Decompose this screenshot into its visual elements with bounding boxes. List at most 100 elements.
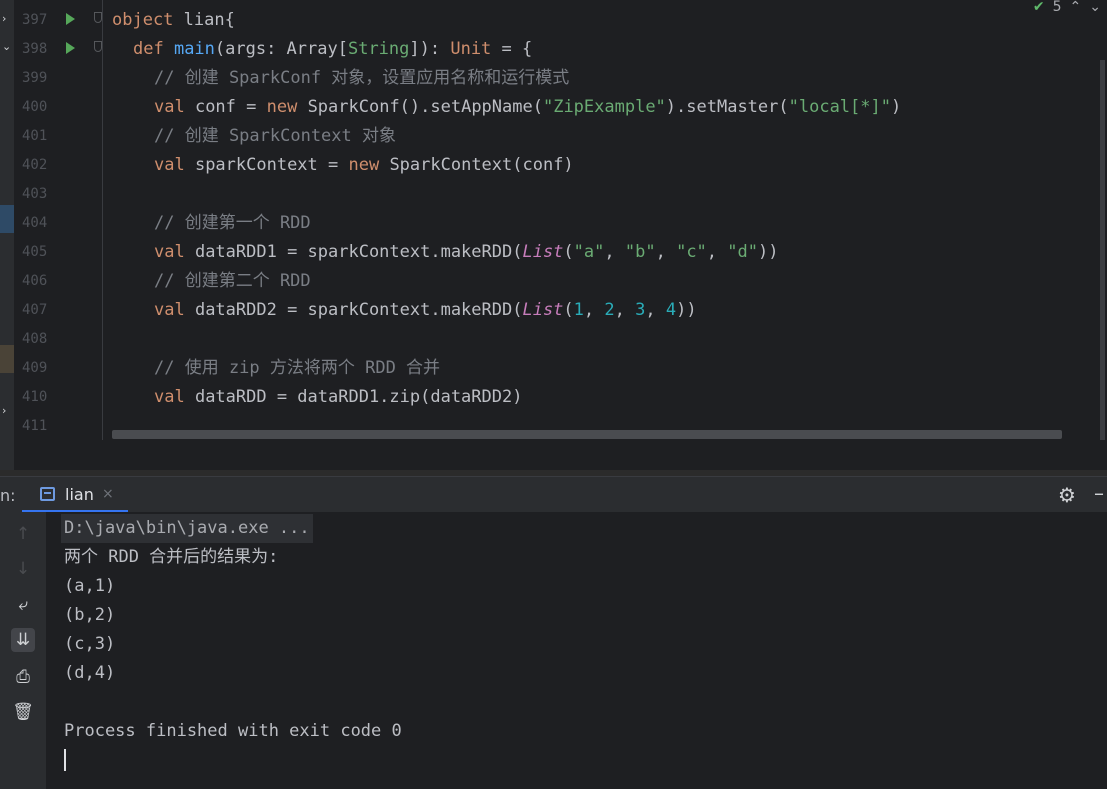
line-number: 399 [22,70,48,86]
code-token: dataRDD1 = sparkContext.makeRDD( [194,242,523,262]
code-token: // 创建第二个 RDD [154,271,311,291]
chevron-right-icon[interactable]: › [2,404,6,417]
java-command[interactable]: D:\java\bin\java.exe ... [61,514,313,543]
code-token: // 创建 SparkContext 对象 [154,126,396,146]
code-line[interactable]: val conf = new SparkConf().setAppName("Z… [154,93,901,122]
tab-lian[interactable]: lian × [22,477,128,513]
code-token: String [347,39,410,59]
code-line[interactable]: // 使用 zip 方法将两个 RDD 合并 [154,354,440,383]
code-token: )) [758,242,779,262]
run-toolwindow-header: n: lian × ⚙ – [0,476,1107,513]
inspection-count: 5 [1052,0,1062,15]
arrow-down-icon[interactable]: ↓ [11,557,35,581]
arrow-up-icon[interactable]: ↑ [11,522,35,546]
code-line[interactable]: // 创建 SparkContext 对象 [154,122,396,151]
fold-icon[interactable] [94,41,102,52]
change-marker [0,345,14,373]
console-line: (a,1) [64,576,116,596]
gutter-line: 398 [14,35,102,64]
code-token: ( [563,242,574,262]
code-token: val [154,155,195,175]
scroll-to-end-icon[interactable]: ⇊ [11,628,35,652]
inspection-widget[interactable]: ✔ 5 ⌃ ⌄ [1033,0,1101,18]
text-caret [64,749,66,771]
code-token: val [154,300,195,320]
code-line[interactable]: val dataRDD1 = sparkContext.makeRDD(List… [154,238,778,267]
code-token: (args: Array[ [214,39,348,59]
code-token: = { [491,39,533,59]
tab-label: lian [65,485,94,504]
code-token: // 创建第一个 RDD [154,213,311,233]
code-token: SparkConf().setAppName( [307,97,543,117]
line-number: 406 [22,273,48,289]
code-token: , [583,300,605,320]
minimize-icon[interactable]: – [1094,481,1104,505]
gear-icon[interactable]: ⚙ [1058,483,1076,507]
vertical-scrollbar[interactable] [1100,60,1105,440]
gutter-line: 402 [14,151,102,180]
run-icon[interactable] [66,13,75,25]
code-line[interactable]: object lian{ [112,6,235,35]
code-line[interactable]: // 创建第一个 RDD [154,209,311,238]
code-token: new [348,155,390,175]
code-token: "local[*]" [788,97,891,117]
gutter-line: 401 [14,122,102,151]
line-number: 398 [22,41,48,57]
line-number: 404 [22,215,48,231]
code-token: 2 [604,300,615,320]
horizontal-scrollbar[interactable] [112,430,1062,439]
line-number: 405 [22,244,48,260]
code-token: Unit [450,39,492,59]
code-editor[interactable]: › ⌄ › 397 398 399 400 401 402 403 404 405 406 407 4… [0,0,1107,470]
line-gutter: 397 398 399 400 401 402 403 404 405 406 407 408 409 4… [14,0,102,440]
fold-icon[interactable] [94,12,102,23]
line-number: 409 [22,360,48,376]
console-output[interactable]: D:\java\bin\java.exe ... 两个 RDD 合并后的结果为:… [61,514,1094,771]
code-token: ( [563,300,574,320]
bookmark-marker [0,205,14,233]
run-label: n: [0,486,16,505]
code-token: val [154,242,195,262]
gutter-line: 411 [14,412,102,441]
chevron-right-icon[interactable]: › [2,12,6,25]
gutter-line: 403 [14,180,102,209]
chevron-up-icon[interactable]: ⌃ [1070,0,1082,15]
chevron-down-icon[interactable]: ⌄ [1089,0,1101,15]
code-token: lian{ [173,10,235,30]
code-token: 1 [573,300,584,320]
code-token: List [522,300,564,320]
code-token: , [614,300,636,320]
line-number: 402 [22,157,48,173]
code-token: 3 [635,300,646,320]
code-line[interactable]: val dataRDD2 = sparkContext.makeRDD(List… [154,296,697,325]
line-number: 401 [22,128,48,144]
code-line[interactable]: val sparkContext = new SparkContext(conf… [154,151,574,180]
code-token: , [604,242,625,262]
code-token: , [645,300,666,320]
print-icon[interactable]: ⎙ [11,665,35,689]
trash-icon[interactable]: 🗑 [11,700,35,724]
gutter-line: 404 [14,209,102,238]
code-token: )) [676,300,697,320]
gutter-line: 407 [14,296,102,325]
project-panel-edge: › ⌄ › [0,0,14,470]
code-line[interactable]: // 创建第二个 RDD [154,267,311,296]
code-token: , [706,242,728,262]
soft-wrap-icon[interactable]: ⤶ [11,593,35,617]
code-token: ) [890,97,902,117]
code-area[interactable]: object lian{def main(args: Array[String]… [112,0,1102,440]
run-icon[interactable] [66,42,75,54]
gutter-line: 400 [14,93,102,122]
gutter-line: 405 [14,238,102,267]
code-line[interactable]: def main(args: Array[String]): Unit = { [133,35,532,64]
code-token: "ZipExample" [542,97,666,117]
code-line[interactable]: val dataRDD = dataRDD1.zip(dataRDD2) [154,383,522,412]
gutter-line: 397 [14,6,102,35]
code-line[interactable]: // 创建 SparkConf 对象，设置应用名称和运行模式 [154,64,569,93]
close-icon[interactable]: × [102,486,114,502]
code-token: conf = [194,97,267,117]
code-token: , [655,242,677,262]
console-icon [40,487,55,501]
console-line: 两个 RDD 合并后的结果为: [64,547,279,567]
chevron-down-icon[interactable]: ⌄ [2,40,11,53]
